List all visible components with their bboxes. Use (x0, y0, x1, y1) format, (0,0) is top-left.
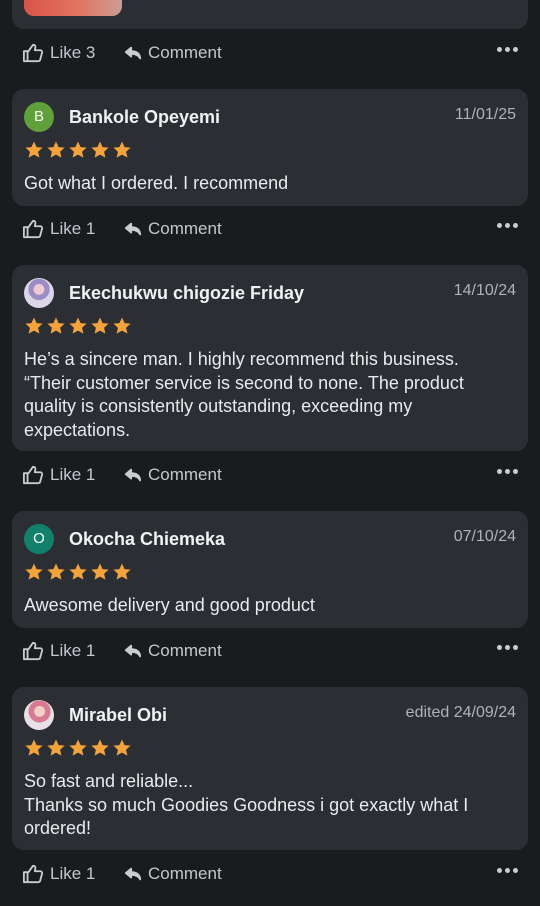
thumbs-up-icon (22, 641, 44, 661)
comment-button[interactable]: Comment (124, 43, 222, 63)
avatar[interactable] (24, 278, 54, 308)
thumbs-up-icon (22, 465, 44, 485)
more-options-icon[interactable] (497, 645, 518, 650)
review-card: Ekechukwu chigozie Friday 14/10/24 He’s … (12, 265, 528, 451)
review-text-line: Awesome delivery and good product (24, 595, 315, 615)
comment-button[interactable]: Comment (124, 219, 222, 239)
star-icon (69, 563, 87, 580)
review-text-line: Got what I ordered. I recommend (24, 173, 289, 193)
review-text: So fast and reliable... Thanks so much G… (24, 770, 508, 841)
review-text: Awesome delivery and good product (24, 594, 508, 618)
comment-button[interactable]: Comment (124, 864, 222, 884)
star-rating (24, 562, 132, 582)
review-card: B Bankole Opeyemi 11/01/25 Got what I or… (12, 89, 528, 206)
star-rating (24, 140, 132, 160)
star-icon (47, 739, 65, 756)
like-count: Like 1 (50, 641, 96, 660)
review-actions: Like 1 Comment (22, 465, 518, 489)
avatar[interactable]: O (24, 524, 54, 554)
previous-review-card (12, 0, 528, 29)
star-icon (91, 739, 109, 756)
star-icon (91, 317, 109, 334)
review-text-line: “Their customer service is second to non… (24, 372, 464, 393)
review-text-line: He’s a sincere man. I highly recommend t… (24, 349, 459, 369)
review-actions: Like 1 Comment (22, 641, 518, 665)
review-text-line: quality is consistently outstanding, exc… (24, 396, 413, 416)
star-icon (113, 739, 131, 756)
review-date: 07/10/24 (453, 528, 516, 545)
star-icon (69, 317, 87, 334)
avatar[interactable]: B (24, 102, 54, 132)
review-text-line: expectations. (24, 419, 131, 440)
review-actions: Like 3 Comment (22, 43, 518, 67)
star-icon (47, 317, 65, 334)
like-button[interactable]: Like 3 (22, 43, 95, 63)
reviewer-name[interactable]: Ekechukwu chigozie Friday (69, 283, 304, 304)
review-text-line: Thanks so much Goodies Goodness i got ex… (24, 794, 469, 815)
reply-arrow-icon (124, 468, 142, 482)
reviewer-name[interactable]: Mirabel Obi (69, 705, 167, 726)
comment-button[interactable]: Comment (124, 465, 222, 485)
star-icon (113, 317, 131, 334)
like-button[interactable]: Like 1 (22, 219, 95, 239)
thumbs-up-icon (22, 43, 44, 63)
review-card: Mirabel Obi edited 24/09/24 So fast and … (12, 687, 528, 850)
review-actions: Like 1 Comment (22, 864, 518, 888)
reviewer-name[interactable]: Bankole Opeyemi (69, 107, 220, 128)
reviews-screen: Like 3 Comment B Bankole Opeyemi 11/01/2… (0, 0, 540, 906)
reply-arrow-icon (124, 644, 142, 658)
like-count: Like 1 (50, 219, 96, 238)
like-count: Like 1 (50, 864, 96, 883)
like-count: Like 3 (50, 43, 96, 62)
review-text: He’s a sincere man. I highly recommend t… (24, 348, 508, 442)
reviewer-name[interactable]: Okocha Chiemeka (69, 529, 225, 550)
comment-label: Comment (148, 219, 222, 238)
star-rating (24, 738, 132, 758)
thumbs-up-icon (22, 864, 44, 884)
reply-arrow-icon (124, 867, 142, 881)
star-icon (91, 141, 109, 158)
star-icon (25, 317, 43, 334)
comment-label: Comment (148, 43, 222, 62)
like-button[interactable]: Like 1 (22, 864, 95, 884)
review-date: 11/01/25 (454, 106, 516, 123)
more-options-icon[interactable] (497, 47, 518, 52)
review-card: O Okocha Chiemeka 07/10/24 Awesome deliv… (12, 511, 528, 628)
comment-button[interactable]: Comment (124, 641, 222, 661)
star-icon (91, 563, 109, 580)
star-icon (47, 563, 65, 580)
more-options-icon[interactable] (497, 223, 518, 228)
star-icon (47, 141, 65, 158)
avatar[interactable] (24, 700, 54, 730)
star-icon (113, 563, 131, 580)
star-icon (25, 141, 43, 158)
star-icon (69, 739, 87, 756)
review-text-line: ordered! (24, 818, 92, 838)
star-icon (113, 141, 131, 158)
like-count: Like 1 (50, 465, 96, 484)
review-date: 14/10/24 (453, 282, 516, 299)
review-actions: Like 1 Comment (22, 219, 518, 243)
star-rating (24, 316, 132, 336)
star-icon (69, 141, 87, 158)
review-text: Got what I ordered. I recommend (24, 172, 508, 196)
review-date: edited 24/09/24 (405, 704, 516, 721)
reply-arrow-icon (124, 46, 142, 60)
like-button[interactable]: Like 1 (22, 465, 95, 485)
thumbs-up-icon (22, 219, 44, 239)
comment-label: Comment (148, 864, 222, 883)
star-icon (25, 563, 43, 580)
like-button[interactable]: Like 1 (22, 641, 95, 661)
comment-label: Comment (148, 465, 222, 484)
more-options-icon[interactable] (497, 469, 518, 474)
review-photo-thumbnail[interactable] (24, 0, 122, 16)
more-options-icon[interactable] (497, 868, 518, 873)
comment-label: Comment (148, 641, 222, 660)
review-text-line: So fast and reliable... (24, 771, 194, 791)
star-icon (25, 739, 43, 756)
reply-arrow-icon (124, 222, 142, 236)
